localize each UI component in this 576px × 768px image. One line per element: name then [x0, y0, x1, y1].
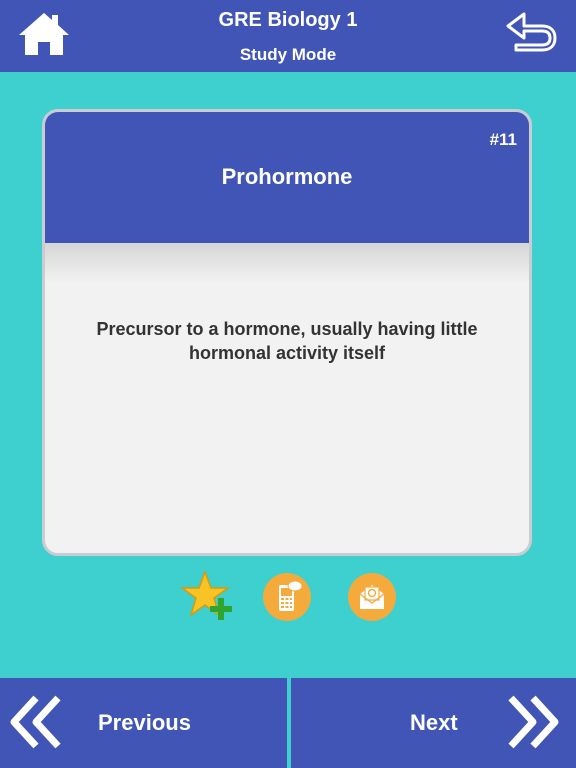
next-label: Next [410, 710, 458, 735]
previous-label: Previous [98, 710, 191, 735]
card-number: #11 [489, 130, 517, 149]
star-plus-icon [179, 569, 232, 620]
sms-phone-icon [263, 573, 311, 621]
email-envelope-icon [348, 573, 396, 621]
card-shadow [45, 243, 529, 283]
next-button[interactable]: Next [291, 678, 576, 768]
card-definition: Precursor to a hormone, usually having l… [96, 319, 478, 363]
flashcard-header: #11 Prohormone [45, 112, 529, 243]
flashcard[interactable]: #11 Prohormone Precursor to a hormone, u… [42, 109, 532, 556]
email-share-button[interactable] [347, 572, 397, 622]
back-button[interactable] [502, 10, 558, 54]
undo-arrow-icon [506, 12, 557, 52]
page-subtitle: Study Mode [239, 45, 337, 64]
sms-share-button[interactable] [262, 572, 312, 622]
double-chevron-left-icon [10, 695, 61, 749]
card-term: Prohormone [221, 164, 353, 189]
page-title: GRE Biology 1 [218, 9, 358, 31]
previous-button[interactable]: Previous [0, 678, 287, 768]
add-favorite-button[interactable] [179, 569, 232, 620]
footer-nav: Previous Next [0, 678, 576, 768]
app-header: GRE Biology 1 Study Mode [0, 0, 576, 72]
double-chevron-right-icon [508, 695, 559, 749]
card-actions [0, 569, 576, 624]
